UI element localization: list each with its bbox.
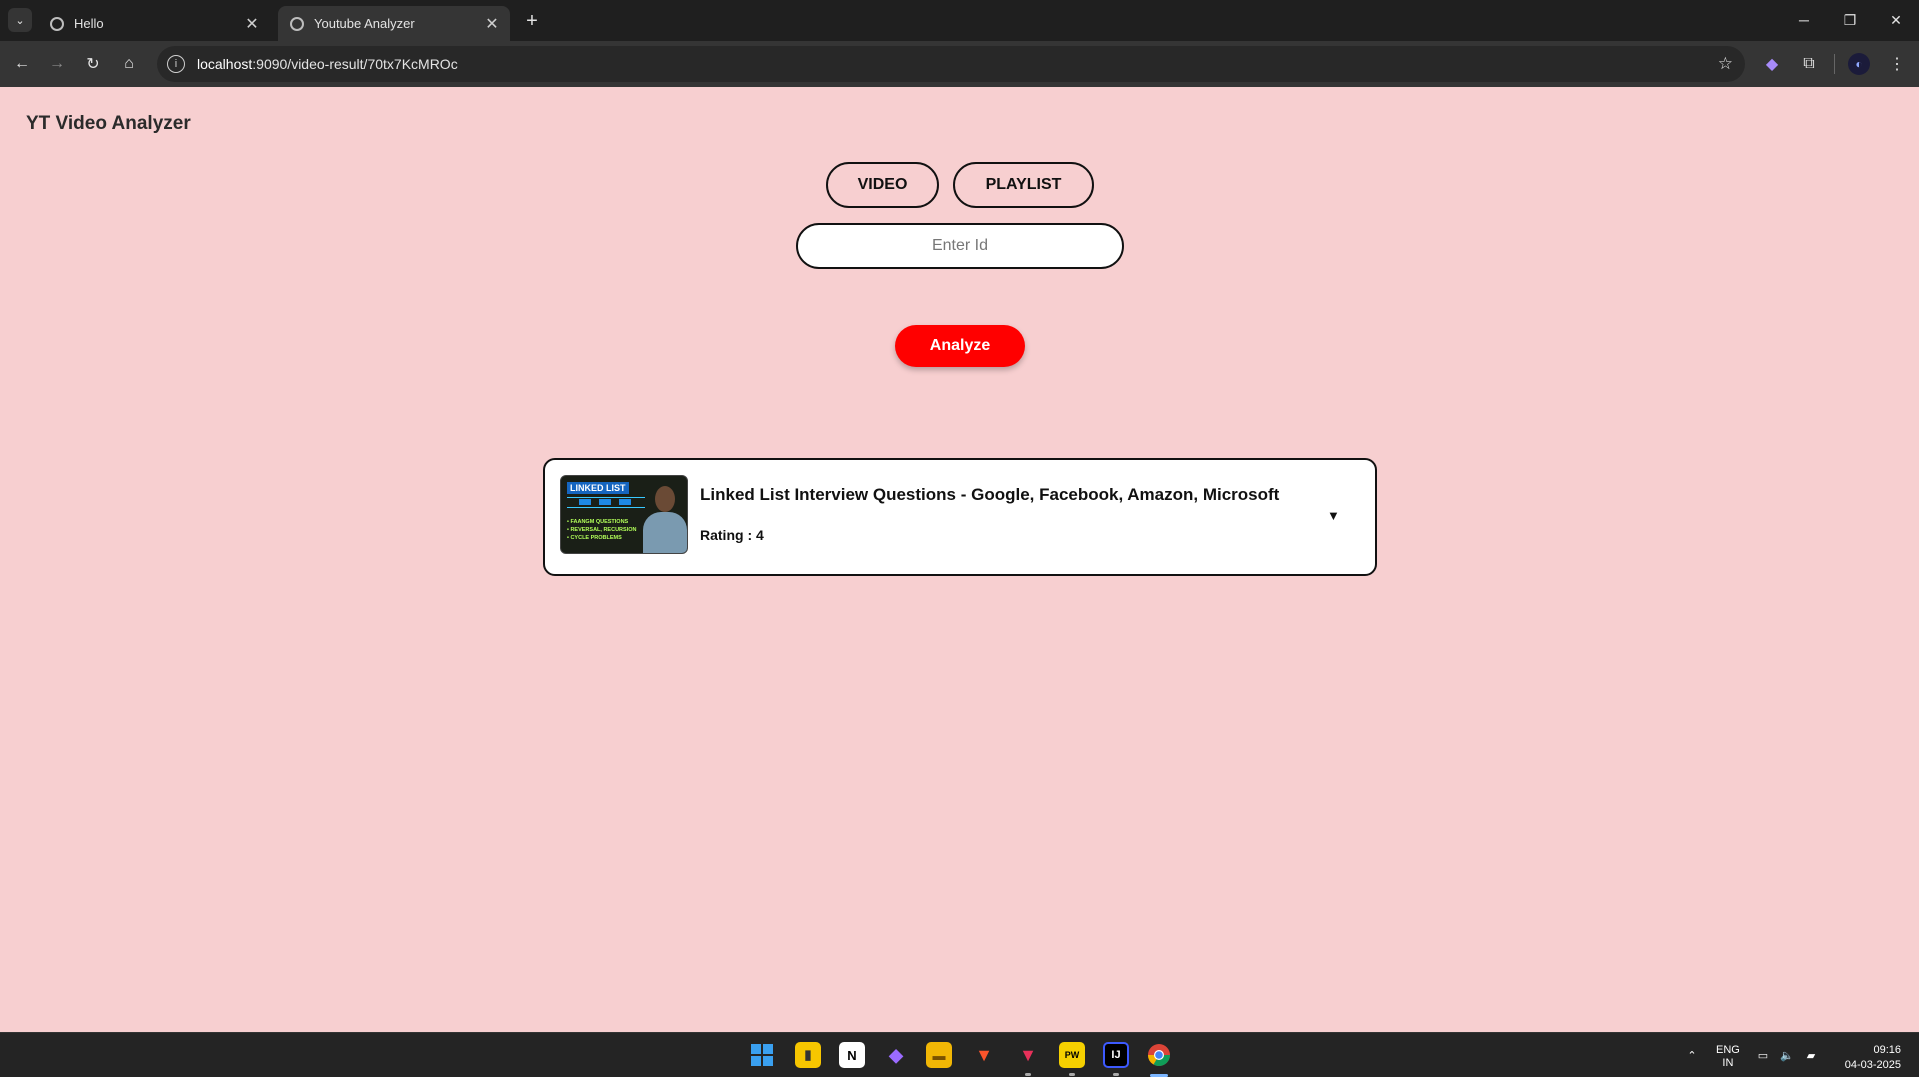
browser-tab-strip: ⌄ Hello ✕ Youtube Analyzer ✕ + ─ ❐ ✕ [0, 0, 1919, 41]
thumbnail-title: LINKED LIST [567, 482, 629, 494]
tab-title: Youtube Analyzer [314, 16, 415, 31]
globe-icon [50, 16, 64, 31]
close-icon[interactable]: ✕ [482, 14, 502, 34]
running-indicator [1025, 1073, 1031, 1076]
volume-icon[interactable]: 🔈 [1777, 1033, 1797, 1077]
input-language[interactable]: ENG IN [1716, 1044, 1740, 1070]
brave-browser-icon[interactable]: ▼ [971, 1042, 997, 1068]
thumbnail-bullet: • REVERSAL, RECURSION [567, 527, 637, 533]
tray-chevron-up-icon[interactable]: ⌃ [1682, 1033, 1702, 1077]
sticky-notes-icon[interactable]: ▮ [795, 1042, 821, 1068]
intellij-icon[interactable]: IJ [1103, 1042, 1129, 1068]
notion-icon[interactable]: N [839, 1042, 865, 1068]
os-taskbar: ▮ N ◆ ▬ ▼ ▼ PW IJ ⌃ ENG IN ▭ 🔈 ▰ 09:16 0… [0, 1032, 1919, 1077]
video-result-card[interactable]: LINKED LIST • FAANGM QUESTIONS • REVERSA… [543, 458, 1377, 576]
running-indicator [1069, 1073, 1075, 1076]
site-info-icon[interactable]: i [167, 55, 185, 73]
thumbnail-bullet: • FAANGM QUESTIONS [567, 519, 629, 525]
thumbnail-person-head [655, 486, 675, 512]
menu-kebab-icon[interactable]: ⋮ [1883, 50, 1911, 78]
video-thumbnail: LINKED LIST • FAANGM QUESTIONS • REVERSA… [560, 475, 688, 554]
windows-start-icon[interactable] [749, 1042, 775, 1068]
globe-icon [290, 16, 304, 31]
obsidian-icon[interactable]: ◆ [883, 1042, 909, 1068]
back-arrow-icon[interactable]: ← [8, 50, 36, 78]
running-indicator [1113, 1073, 1119, 1076]
browser-tab-youtube-analyzer[interactable]: Youtube Analyzer ✕ [278, 6, 510, 41]
url-text[interactable]: localhost:9090/video-result/70tx7KcMROc [197, 56, 458, 72]
expand-triangle-icon[interactable]: ▼ [1327, 508, 1340, 523]
browser-toolbar: ← → ↻ ⌂ i localhost:9090/video-result/70… [0, 41, 1919, 87]
id-input[interactable] [796, 223, 1124, 269]
file-explorer-icon[interactable]: ▬ [926, 1042, 952, 1068]
system-clock[interactable]: 09:16 04-03-2025 [1845, 1043, 1901, 1073]
thumbnail-person [643, 512, 687, 553]
minimize-icon[interactable]: ─ [1782, 6, 1826, 34]
page-title: YT Video Analyzer [26, 113, 191, 134]
playlist-mode-button[interactable]: PLAYLIST [953, 162, 1094, 208]
browser-tab-hello[interactable]: Hello ✕ [38, 6, 270, 41]
close-window-icon[interactable]: ✕ [1874, 6, 1918, 34]
home-icon[interactable]: ⌂ [115, 50, 143, 78]
forward-arrow-icon[interactable]: → [43, 50, 71, 78]
tab-search-chevron-icon[interactable]: ⌄ [8, 8, 32, 32]
address-bar[interactable]: i localhost:9090/video-result/70tx7KcMRO… [157, 46, 1745, 82]
profile-avatar[interactable]: ◐ [1848, 53, 1870, 75]
battery-icon[interactable]: ▰ [1801, 1033, 1821, 1077]
thumbnail-node [579, 499, 591, 505]
chrome-icon[interactable] [1146, 1042, 1172, 1068]
video-rating: Rating : 4 [700, 527, 764, 543]
restore-icon[interactable]: ❐ [1828, 6, 1872, 34]
video-title: Linked List Interview Questions - Google… [700, 485, 1280, 504]
thumbnail-line [567, 507, 645, 508]
brave-nightly-icon[interactable]: ▼ [1015, 1042, 1041, 1068]
extensions-puzzle-icon[interactable]: ⧉ [1795, 50, 1823, 78]
tab-title: Hello [74, 16, 104, 31]
analyze-button[interactable]: Analyze [895, 325, 1025, 367]
reload-icon[interactable]: ↻ [79, 50, 107, 78]
bookmark-star-icon[interactable]: ☆ [1718, 54, 1733, 74]
network-icon[interactable]: ▭ [1753, 1033, 1773, 1077]
thumbnail-node [599, 499, 611, 505]
new-tab-plus-icon[interactable]: + [520, 9, 544, 33]
thumbnail-node [619, 499, 631, 505]
toolbar-divider [1834, 54, 1835, 74]
thumbnail-line [567, 497, 645, 498]
video-mode-button[interactable]: VIDEO [826, 162, 939, 208]
thumbnail-bullet: • CYCLE PROBLEMS [567, 535, 622, 541]
postman-icon[interactable]: PW [1059, 1042, 1085, 1068]
extension-gem-icon[interactable]: ◆ [1758, 50, 1786, 78]
close-icon[interactable]: ✕ [242, 14, 262, 34]
